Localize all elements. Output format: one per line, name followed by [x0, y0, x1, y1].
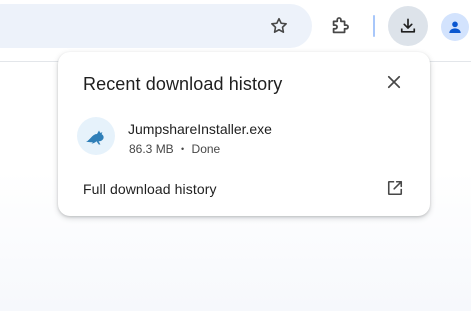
toolbar-separator: [373, 15, 375, 37]
profile-icon: [447, 19, 463, 35]
file-meta: 86.3 MB • Done: [129, 142, 220, 156]
download-button[interactable]: [388, 6, 428, 46]
file-name[interactable]: JumpshareInstaller.exe: [128, 121, 272, 137]
profile-button[interactable]: [441, 13, 469, 41]
extensions-icon[interactable]: [328, 14, 352, 38]
close-icon: [385, 73, 403, 91]
download-icon: [398, 16, 418, 36]
popup-title: Recent download history: [83, 74, 283, 94]
meta-separator: •: [181, 144, 185, 154]
star-icon[interactable]: [267, 14, 291, 38]
download-history-popup: Recent download history JumpshareInstall…: [58, 52, 430, 216]
open-in-new-tab-button[interactable]: [384, 177, 406, 199]
download-status: Done: [191, 142, 221, 156]
open-in-new-icon: [385, 178, 405, 198]
kangaroo-icon: [77, 117, 115, 155]
download-item[interactable]: JumpshareInstaller.exe 86.3 MB • Done: [76, 114, 412, 156]
address-bar[interactable]: [0, 4, 312, 48]
full-download-history-link[interactable]: Full download history: [83, 181, 217, 197]
file-size: 86.3 MB: [129, 142, 174, 156]
close-button[interactable]: [382, 70, 406, 94]
